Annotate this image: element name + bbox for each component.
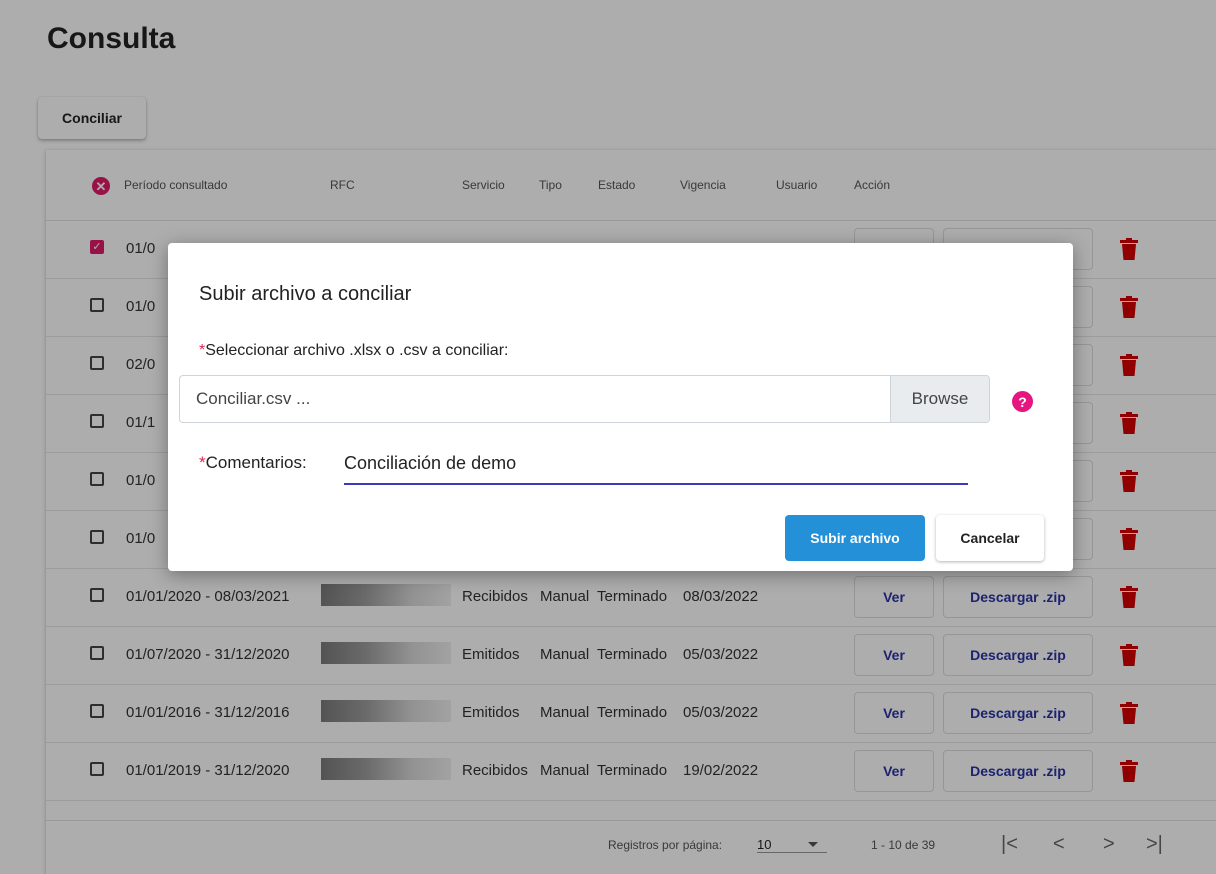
cancel-button[interactable]: Cancelar bbox=[936, 515, 1044, 561]
upload-file-button[interactable]: Subir archivo bbox=[785, 515, 925, 561]
upload-dialog: Subir archivo a conciliar *Seleccionar a… bbox=[168, 243, 1073, 571]
browse-button[interactable]: Browse bbox=[890, 376, 989, 422]
file-input-value: Conciliar.csv ... bbox=[196, 389, 311, 408]
required-mark: * bbox=[199, 453, 206, 472]
comments-input[interactable] bbox=[344, 445, 968, 485]
dialog-title: Subir archivo a conciliar bbox=[199, 283, 412, 305]
file-field-label: *Seleccionar archivo .xlsx o .csv a conc… bbox=[199, 342, 509, 359]
file-input[interactable]: Conciliar.csv ... Browse bbox=[179, 375, 990, 423]
help-icon[interactable]: ? bbox=[1012, 391, 1033, 412]
comments-label: *Comentarios: bbox=[199, 453, 307, 472]
